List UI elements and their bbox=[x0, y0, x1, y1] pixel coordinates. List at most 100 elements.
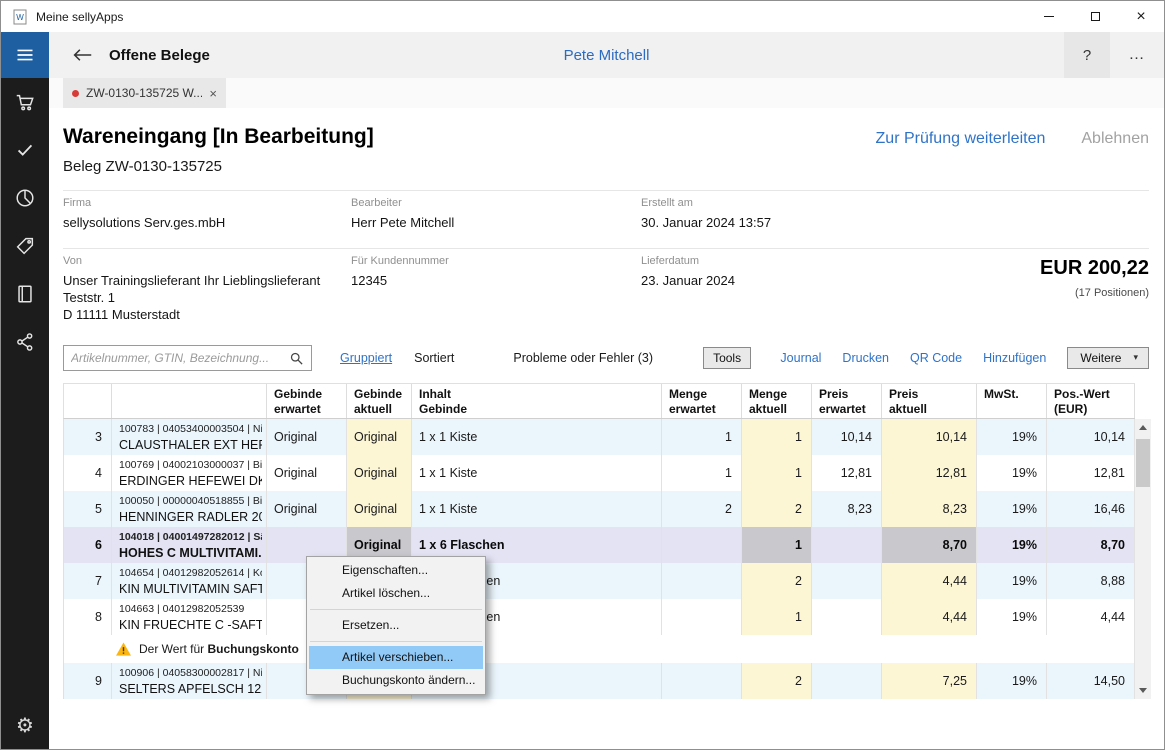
cell-mwst[interactable]: 19% bbox=[977, 419, 1047, 455]
cell-article[interactable]: 100769 | 04002103000037 | Bier...ERDINGE… bbox=[112, 455, 267, 491]
sidebar-item-prices[interactable] bbox=[1, 222, 49, 270]
menu-button[interactable] bbox=[1, 32, 49, 78]
cell-menge-erwartet[interactable] bbox=[662, 563, 742, 599]
drucken-link[interactable]: Drucken bbox=[842, 351, 889, 365]
sidebar-item-statistics[interactable] bbox=[1, 174, 49, 222]
cell-gebinde-erwartet[interactable]: Original bbox=[267, 455, 347, 491]
probleme-filter[interactable]: Probleme oder Fehler (3) bbox=[513, 351, 653, 365]
cell-mwst[interactable]: 19% bbox=[977, 663, 1047, 699]
cell-inhalt-gebinde[interactable]: 1 x 1 Kiste bbox=[412, 419, 662, 455]
cell-mwst[interactable]: 19% bbox=[977, 455, 1047, 491]
column-header-menge-aktuell[interactable]: Mengeaktuell bbox=[742, 384, 812, 418]
cell-preis-aktuell[interactable]: 12,81 bbox=[882, 455, 977, 491]
column-header-inhalt-gebinde[interactable]: InhaltGebinde bbox=[412, 384, 662, 418]
cell-num[interactable]: 9 bbox=[64, 663, 112, 699]
cell-preis-aktuell[interactable]: 8,70 bbox=[882, 527, 977, 563]
cell-article[interactable]: 104663 | 04012982052539KIN FRUECHTE C -S… bbox=[112, 599, 267, 635]
search-input[interactable] bbox=[71, 351, 289, 365]
sidebar-item-share[interactable] bbox=[1, 318, 49, 366]
tools-button[interactable]: Tools bbox=[703, 347, 751, 369]
table-row-3[interactable]: 3100783 | 04053400003504 | Nich...CLAUST… bbox=[64, 419, 1135, 455]
cell-preis-erwartet[interactable] bbox=[812, 663, 882, 699]
cell-num[interactable]: 4 bbox=[64, 455, 112, 491]
column-header-num[interactable] bbox=[64, 384, 112, 418]
cell-menge-aktuell[interactable]: 2 bbox=[742, 563, 812, 599]
cell-menge-aktuell[interactable]: 1 bbox=[742, 455, 812, 491]
cell-menge-aktuell[interactable]: 1 bbox=[742, 419, 812, 455]
minimize-button[interactable] bbox=[1026, 1, 1072, 32]
cell-mwst[interactable]: 19% bbox=[977, 599, 1047, 635]
cell-article[interactable]: 100783 | 04053400003504 | Nich...CLAUSTH… bbox=[112, 419, 267, 455]
cell-preis-aktuell[interactable]: 7,25 bbox=[882, 663, 977, 699]
cell-menge-aktuell[interactable]: 1 bbox=[742, 599, 812, 635]
cell-preis-erwartet[interactable]: 10,14 bbox=[812, 419, 882, 455]
cell-gebinde-erwartet[interactable]: Original bbox=[267, 419, 347, 455]
user-name[interactable]: Pete Mitchell bbox=[49, 47, 1164, 64]
cell-article[interactable]: 104654 | 04012982052614 | Kon...KIN MULT… bbox=[112, 563, 267, 599]
cell-menge-aktuell[interactable]: 2 bbox=[742, 663, 812, 699]
maximize-button[interactable] bbox=[1072, 1, 1118, 32]
table-row-5[interactable]: 5100050 | 00000040518855 | Bier...HENNIN… bbox=[64, 491, 1135, 527]
cell-menge-erwartet[interactable]: 2 bbox=[662, 491, 742, 527]
cell-preis-aktuell[interactable]: 10,14 bbox=[882, 419, 977, 455]
cell-preis-aktuell[interactable]: 4,44 bbox=[882, 563, 977, 599]
cell-gebinde-aktuell[interactable]: Original bbox=[347, 455, 412, 491]
vertical-scrollbar[interactable] bbox=[1135, 419, 1151, 699]
column-header-preis-aktuell[interactable]: Preisaktuell bbox=[882, 384, 977, 418]
column-header-gebinde-aktuell[interactable]: Gebindeaktuell bbox=[347, 384, 412, 418]
cell-pos-wert[interactable]: 8,70 bbox=[1047, 527, 1135, 563]
cell-preis-erwartet[interactable]: 12,81 bbox=[812, 455, 882, 491]
cell-gebinde-aktuell[interactable]: Original bbox=[347, 419, 412, 455]
cell-pos-wert[interactable]: 8,88 bbox=[1047, 563, 1135, 599]
cell-pos-wert[interactable]: 4,44 bbox=[1047, 599, 1135, 635]
tab-close-icon[interactable]: × bbox=[209, 86, 217, 101]
help-button[interactable]: ? bbox=[1064, 32, 1110, 78]
cell-menge-erwartet[interactable] bbox=[662, 599, 742, 635]
sidebar-item-settings[interactable]: ⚙ bbox=[1, 701, 49, 749]
forward-for-review-link[interactable]: Zur Prüfung weiterleiten bbox=[876, 130, 1046, 148]
column-header-menge-erwartet[interactable]: Mengeerwartet bbox=[662, 384, 742, 418]
sortiert-toggle[interactable]: Sortiert bbox=[414, 351, 454, 365]
sidebar-item-cart[interactable] bbox=[1, 78, 49, 126]
close-button[interactable]: × bbox=[1118, 1, 1164, 32]
menu-item-artikel-loeschen[interactable]: Artikel löschen... bbox=[309, 582, 483, 605]
menu-item-buchungskonto-aendern[interactable]: Buchungskonto ändern... bbox=[309, 669, 483, 692]
cell-preis-aktuell[interactable]: 4,44 bbox=[882, 599, 977, 635]
cell-preis-erwartet[interactable]: 8,23 bbox=[812, 491, 882, 527]
table-row-9[interactable]: 9100906 | 04058300002817 | Nich...SELTER… bbox=[64, 663, 1135, 699]
column-header-pos-wert[interactable]: Pos.-Wert(EUR) bbox=[1047, 384, 1135, 418]
cell-gebinde-erwartet[interactable]: Original bbox=[267, 491, 347, 527]
column-header-gebinde-erwartet[interactable]: Gebindeerwartet bbox=[267, 384, 347, 418]
cell-mwst[interactable]: 19% bbox=[977, 527, 1047, 563]
menu-item-ersetzen[interactable]: Ersetzen... bbox=[309, 614, 483, 637]
more-options-button[interactable]: … bbox=[1110, 32, 1164, 78]
gruppiert-toggle[interactable]: Gruppiert bbox=[340, 351, 392, 365]
cell-num[interactable]: 8 bbox=[64, 599, 112, 635]
cell-num[interactable]: 3 bbox=[64, 419, 112, 455]
table-row-7[interactable]: 7104654 | 04012982052614 | Kon...KIN MUL… bbox=[64, 563, 1135, 599]
cell-article[interactable]: 100906 | 04058300002817 | Nich...SELTERS… bbox=[112, 663, 267, 699]
column-header-mwst[interactable]: MwSt. bbox=[977, 384, 1047, 418]
weitere-dropdown-button[interactable]: Weitere ▾ bbox=[1067, 347, 1149, 369]
cell-inhalt-gebinde[interactable]: 1 x 1 Kiste bbox=[412, 491, 662, 527]
cell-menge-erwartet[interactable] bbox=[662, 663, 742, 699]
tab-document[interactable]: ZW-0130-135725 W... × bbox=[63, 78, 226, 108]
cell-article[interactable]: 104018 | 04001497282012 | Säft...HOHES C… bbox=[112, 527, 267, 563]
qr-code-link[interactable]: QR Code bbox=[910, 351, 962, 365]
cell-menge-erwartet[interactable]: 1 bbox=[662, 455, 742, 491]
cell-pos-wert[interactable]: 10,14 bbox=[1047, 419, 1135, 455]
cell-gebinde-aktuell[interactable]: Original bbox=[347, 491, 412, 527]
cell-menge-aktuell[interactable]: 2 bbox=[742, 491, 812, 527]
cell-preis-erwartet[interactable] bbox=[812, 563, 882, 599]
search-icon[interactable] bbox=[289, 351, 304, 366]
cell-inhalt-gebinde[interactable]: 1 x 1 Kiste bbox=[412, 455, 662, 491]
cell-preis-erwartet[interactable] bbox=[812, 527, 882, 563]
sidebar-item-tasks[interactable] bbox=[1, 126, 49, 174]
cell-pos-wert[interactable]: 16,46 bbox=[1047, 491, 1135, 527]
scrollbar-thumb[interactable] bbox=[1136, 439, 1150, 487]
cell-mwst[interactable]: 19% bbox=[977, 491, 1047, 527]
hinzufuegen-link[interactable]: Hinzufügen bbox=[983, 351, 1046, 365]
cell-preis-erwartet[interactable] bbox=[812, 599, 882, 635]
cell-pos-wert[interactable]: 14,50 bbox=[1047, 663, 1135, 699]
cell-num[interactable]: 7 bbox=[64, 563, 112, 599]
